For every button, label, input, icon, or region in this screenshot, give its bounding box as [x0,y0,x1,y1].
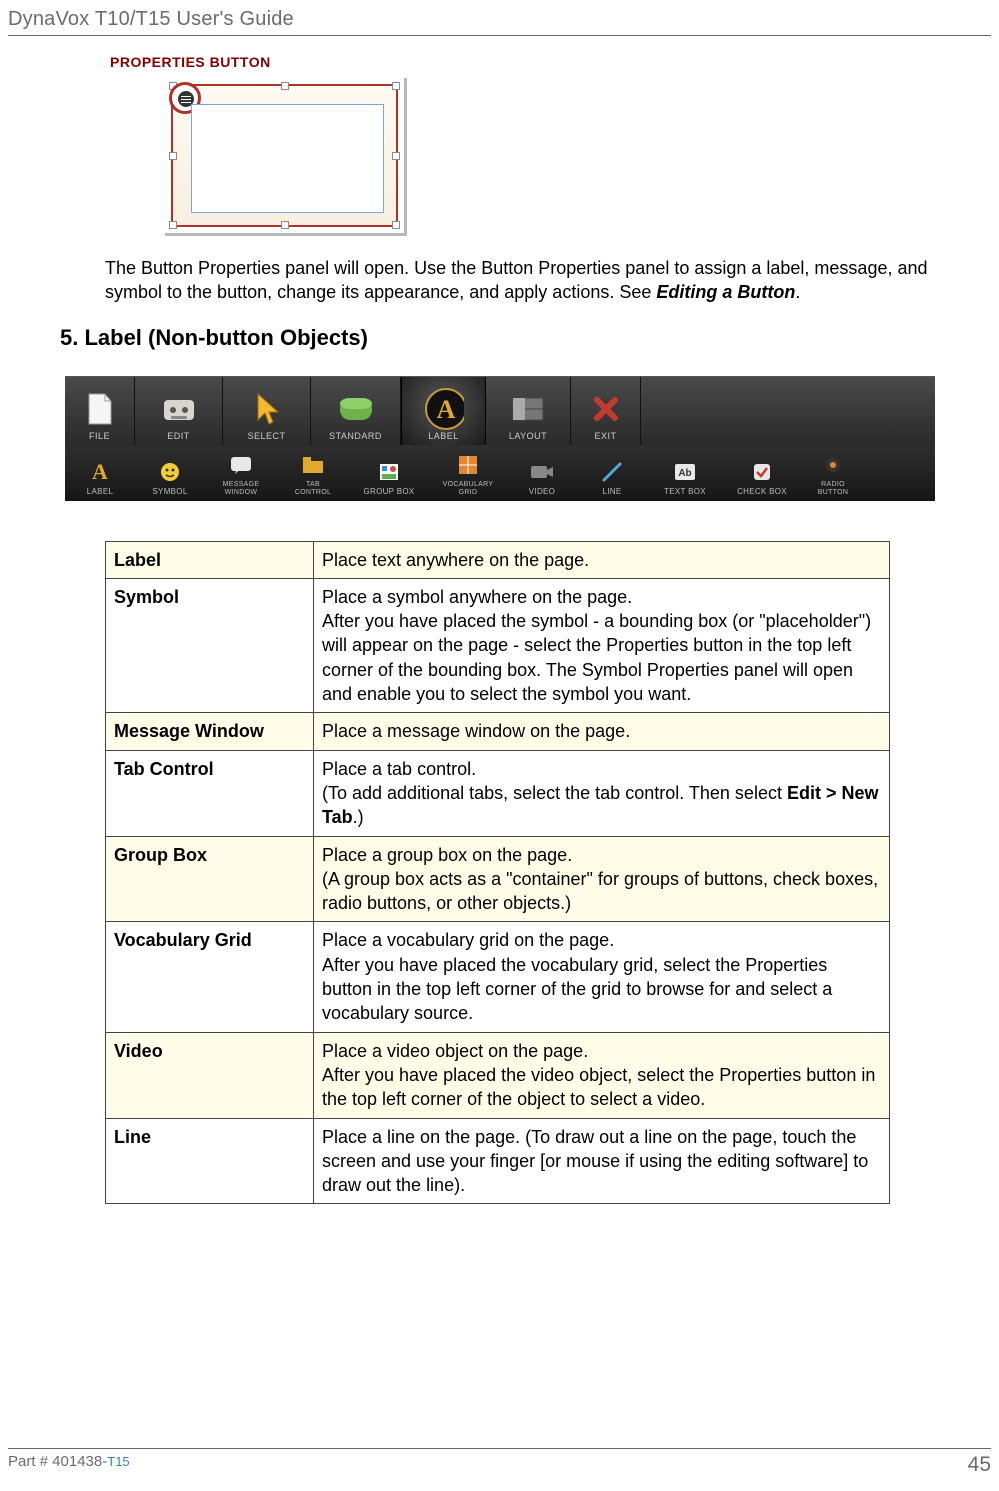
tb-label: LINE [603,488,622,497]
message-window-icon [229,453,253,477]
tb-label: RADIOBUTTON [818,481,848,496]
description-table: Label Place text anywhere on the page. S… [105,541,890,1205]
toolbar-bottom-text-box: Ab TEXT BOX [647,451,723,501]
file-icon [80,389,120,429]
tb-label: TABCONTROL [295,481,331,496]
toolbar-top-exit: EXIT [571,377,641,445]
term-cell: Vocabulary Grid [106,922,314,1032]
layout-icon [508,389,548,429]
toolbar-top-label: EXIT [594,431,616,441]
table-row: Video Place a video object on the page. … [106,1032,890,1118]
para-link: Editing a Button [656,282,795,302]
footer-rule [8,1448,991,1449]
term-cell: Group Box [106,836,314,922]
table-row: Message Window Place a message window on… [106,713,890,750]
toolbar-bottom-message-window: MESSAGEWINDOW [205,451,277,501]
desc-cell: Place a symbol anywhere on the page. Aft… [314,578,890,712]
para-text-b: . [795,282,800,302]
table-row: Vocabulary Grid Place a vocabulary grid … [106,922,890,1032]
toolbar-bottom-line: LINE [577,451,647,501]
select-icon [247,389,287,429]
toolbar-bottom-label: A LABEL [65,451,135,501]
video-icon [530,460,554,484]
desc-cell: Place a line on the page. (To draw out a… [314,1118,890,1204]
toolbar-bottom-symbol: SYMBOL [135,451,205,501]
term-cell: Message Window [106,713,314,750]
desc-cell: Place a message window on the page. [314,713,890,750]
desc-cell: Place a vocabulary grid on the page. Aft… [314,922,890,1032]
label-a-icon: A [424,389,464,429]
tb-label: TEXT BOX [664,488,706,497]
desc-cell: Place text anywhere on the page. [314,541,890,578]
body-paragraph: The Button Properties panel will open. U… [105,256,939,305]
svg-text:A: A [436,395,455,424]
toolbar-top-label: LAYOUT [509,431,547,441]
toolbar-bottom-vocabulary-grid: VOCABULARYGRID [429,451,507,501]
tb-label: SYMBOL [152,488,187,497]
tb-label: VIDEO [529,488,555,497]
table-row: Line Place a line on the page. (To draw … [106,1118,890,1204]
table-row: Tab Control Place a tab control. (To add… [106,750,890,836]
edit-icon [159,389,199,429]
group-box-icon [377,460,401,484]
header-rule [8,35,991,36]
desc-cell: Place a video object on the page. After … [314,1032,890,1118]
label-icon: A [88,460,112,484]
toolbar-top-label-active: A LABEL [401,377,486,445]
term-cell: Label [106,541,314,578]
table-row: Label Place text anywhere on the page. [106,541,890,578]
toolbar-top-edit: EDIT [135,377,223,445]
doc-header: DynaVox T10/T15 User's Guide [0,0,999,35]
text-box-icon: Ab [673,460,697,484]
toolbar-top-label: FILE [89,431,110,441]
tb-label: MESSAGEWINDOW [223,481,260,496]
toolbar-top-file: FILE [65,377,135,445]
vocabulary-grid-icon [456,453,480,477]
toolbar-top-label: LABEL [428,431,459,441]
toolbar-bottom-tab-control: TABCONTROL [277,451,349,501]
symbol-icon [158,460,182,484]
properties-button-figure [165,78,407,236]
exit-icon [586,389,626,429]
page-number: 45 [968,1453,991,1477]
tb-label: LABEL [87,488,113,497]
toolbar-top-label: STANDARD [329,431,382,441]
tab-control-icon [301,453,325,477]
term-cell: Tab Control [106,750,314,836]
term-cell: Symbol [106,578,314,712]
toolbar-top-label: EDIT [167,431,190,441]
toolbar-bottom-check-box: CHECK BOX [723,451,801,501]
toolbar-bottom-video: VIDEO [507,451,577,501]
toolbar-top-label: SELECT [247,431,285,441]
line-icon [600,460,624,484]
table-row: Group Box Place a group box on the page.… [106,836,890,922]
toolbar-bottom-group-box: GROUP BOX [349,451,429,501]
radio-button-icon [821,453,845,477]
desc-cell: Place a tab control. (To add additional … [314,750,890,836]
tb-label: CHECK BOX [737,488,787,497]
tb-label: VOCABULARYGRID [443,481,494,496]
toolbar-top-standard: STANDARD [311,377,401,445]
section-label: PROPERTIES BUTTON [110,54,939,70]
page-footer: Part # 401438-T15 45 [8,1453,991,1477]
term-cell: Line [106,1118,314,1204]
toolbar-bottom-radio-button: RADIOBUTTON [801,451,865,501]
check-box-icon [750,460,774,484]
para-text-a: The Button Properties panel will open. U… [105,258,928,302]
desc-cell: Place a group box on the page. (A group … [314,836,890,922]
toolbar-screenshot: FILE EDIT SELECT [65,376,957,501]
standard-icon [336,389,376,429]
toolbar-top-layout: LAYOUT [486,377,571,445]
term-cell: Video [106,1032,314,1118]
section-heading: 5. Label (Non-button Objects) [60,325,939,351]
tb-label: GROUP BOX [363,488,414,497]
table-row: Symbol Place a symbol anywhere on the pa… [106,578,890,712]
part-number: Part # 401438-T15 [8,1453,130,1477]
toolbar-top-select: SELECT [223,377,311,445]
svg-text:Ab: Ab [678,468,691,479]
